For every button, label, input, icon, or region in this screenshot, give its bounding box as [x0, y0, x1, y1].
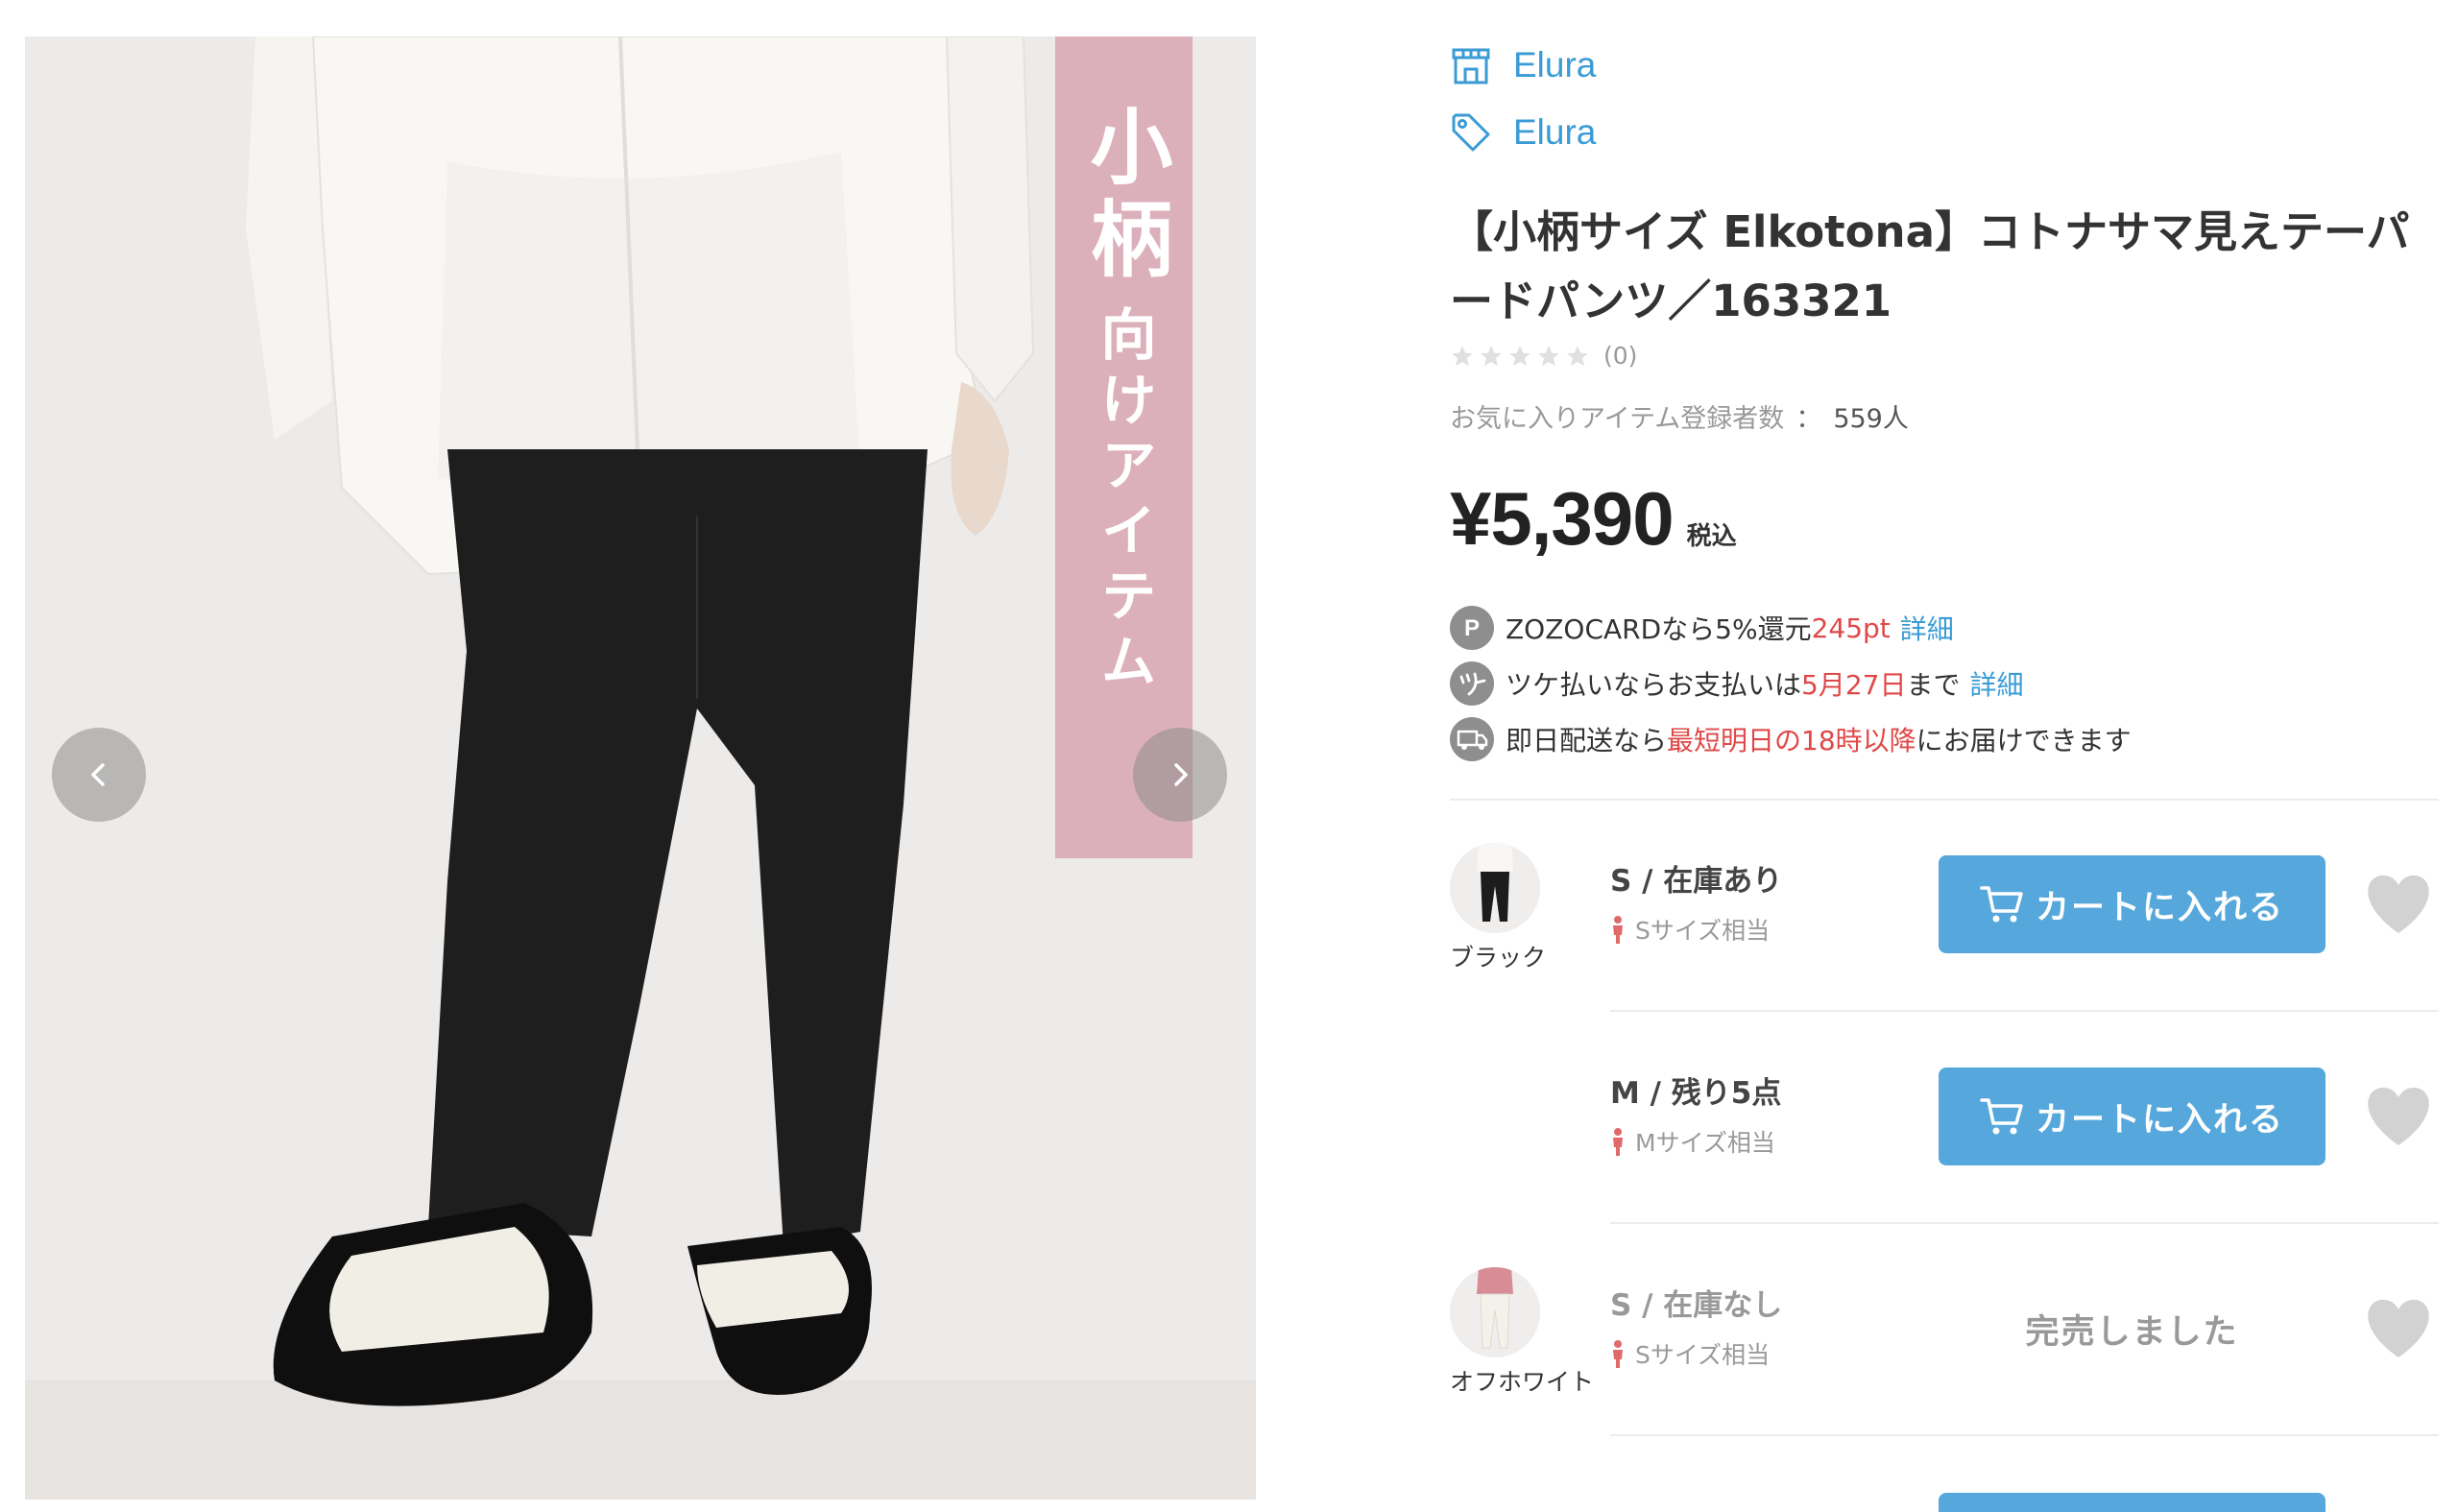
- favorites-count: お気に入りアイテム登録者数 ： 559人: [1450, 397, 1909, 435]
- add-to-cart-button[interactable]: カートに入れる: [1939, 855, 2325, 953]
- star-icon: [1481, 345, 1502, 366]
- price: ¥5,390 税込: [1450, 475, 1737, 563]
- favorites-colon: ：: [1795, 404, 1822, 434]
- cart-icon: [1980, 886, 2023, 923]
- add-to-cart-button[interactable]: カートに入れる: [1939, 1068, 2325, 1165]
- promo-detail-link[interactable]: 詳細: [1969, 664, 2023, 703]
- brand-link[interactable]: Elura: [1450, 108, 1596, 156]
- heart-icon[interactable]: [2364, 1298, 2433, 1359]
- heart-icon[interactable]: [2364, 1086, 2433, 1147]
- star-icon: [1567, 345, 1588, 366]
- brand-name[interactable]: Elura: [1513, 112, 1596, 153]
- color-label: オフホワイト: [1450, 1368, 1595, 1396]
- color-thumbnail[interactable]: [1450, 1267, 1540, 1357]
- size-stock: S / 在庫あり: [1610, 864, 1783, 899]
- product-image-gallery[interactable]: 小柄 向けアイテム: [25, 36, 1256, 1500]
- divider: [1610, 1434, 2439, 1436]
- size-equivalent: Sサイズ相当: [1610, 1336, 1770, 1371]
- price-value: ¥5,390: [1450, 476, 1675, 561]
- product-info: Elura Elura 【小柄サイズ Elkotona】コトナサマ見えテーパード…: [1450, 0, 2448, 1500]
- promo-text: 即日配送なら: [1506, 725, 1668, 756]
- carousel-prev-button[interactable]: [52, 728, 146, 822]
- divider: [1450, 799, 2439, 801]
- size-equivalent: Mサイズ相当: [1610, 1124, 1775, 1159]
- divider: [1610, 1222, 2439, 1224]
- rating-count: (0): [1603, 342, 1638, 370]
- points-icon: P: [1450, 606, 1494, 650]
- size-stock: S / 在庫なし: [1610, 1288, 1783, 1323]
- promo-text-after: まで: [1906, 669, 1961, 701]
- banner-title: 小柄: [1075, 104, 1171, 288]
- carousel-next-button[interactable]: [1133, 728, 1227, 822]
- promo-text-after: にお届けできます: [1916, 725, 2132, 756]
- divider: [1610, 1010, 2439, 1012]
- person-icon: [1613, 1340, 1623, 1368]
- chevron-right-icon: [1174, 763, 1188, 786]
- color-thumbnail-image: [1450, 1267, 1540, 1357]
- promo-text: ZOZOCARDなら5%還元: [1506, 613, 1812, 645]
- promo-detail-link[interactable]: 詳細: [1900, 609, 1954, 647]
- rating[interactable]: (0): [1450, 342, 1637, 370]
- promo-text: ツケ払いならお支払いは: [1506, 669, 1802, 701]
- heart-icon[interactable]: [2364, 874, 2433, 935]
- sold-out-label: 完売しました: [2025, 1312, 2239, 1352]
- size-equivalent-label: Sサイズ相当: [1635, 1341, 1771, 1369]
- favorites-label: お気に入りアイテム登録者数: [1450, 404, 1785, 434]
- color-thumbnail[interactable]: [1450, 843, 1540, 933]
- promo-tsuke: ツケ払いならお支払いは 5月27日 まで 詳細: [1450, 660, 2024, 707]
- color-thumbnail-image: [1450, 843, 1540, 933]
- color-label: ブラック: [1450, 944, 1547, 972]
- promo-highlight: 5月27日: [1801, 669, 1907, 701]
- tag-icon: [1452, 113, 1490, 152]
- promo-highlight: 最短明日の18時以降: [1667, 725, 1916, 756]
- product-title: 【小柄サイズ Elkotona】コトナサマ見えテーパードパンツ／163321: [1450, 206, 2410, 326]
- favorites-value: 559人: [1833, 404, 1909, 434]
- size-equivalent-label: Mサイズ相当: [1635, 1129, 1775, 1157]
- person-icon: [1613, 1128, 1623, 1156]
- delivery-icon: [1450, 717, 1494, 761]
- add-to-cart-button-partial[interactable]: [1939, 1493, 2325, 1512]
- promo-delivery: 即日配送なら 最短明日の18時以降 にお届けできます: [1450, 716, 2132, 762]
- shop-link[interactable]: Elura: [1450, 41, 1596, 89]
- size-stock: M / 残り5点: [1610, 1076, 1782, 1111]
- shop-name[interactable]: Elura: [1513, 45, 1596, 85]
- tsuke-icon: [1450, 661, 1494, 706]
- tax-label: 税込: [1686, 522, 1737, 551]
- star-icon: [1538, 345, 1559, 366]
- svg-text:P: P: [1464, 615, 1480, 641]
- shop-icon: [1452, 48, 1490, 84]
- person-icon: [1613, 916, 1623, 944]
- variant-row: ブラック S / 在庫あり Sサイズ相当 カートに入れる: [1450, 843, 2448, 1054]
- add-to-cart-label: カートに入れる: [2035, 1100, 2284, 1140]
- chevron-left-icon: [91, 763, 105, 786]
- promo-highlight: 245pt: [1811, 612, 1891, 644]
- star-icon: [1452, 345, 1473, 366]
- variant-row: オフホワイト S / 在庫なし Sサイズ相当 完売しました: [1450, 1267, 2448, 1478]
- size-equivalent-label: Sサイズ相当: [1635, 917, 1771, 945]
- size-equivalent: Sサイズ相当: [1610, 912, 1770, 947]
- add-to-cart-label: カートに入れる: [2035, 888, 2284, 927]
- promo-points: P ZOZOCARDなら5%還元 245pt 詳細: [1450, 605, 1954, 651]
- banner-subtitle: 向けアイテム: [1091, 305, 1157, 697]
- star-icon: [1509, 345, 1530, 366]
- variant-row: M / 残り5点 Mサイズ相当 カートに入れる: [1450, 1055, 2448, 1266]
- cart-icon: [1980, 1098, 2023, 1135]
